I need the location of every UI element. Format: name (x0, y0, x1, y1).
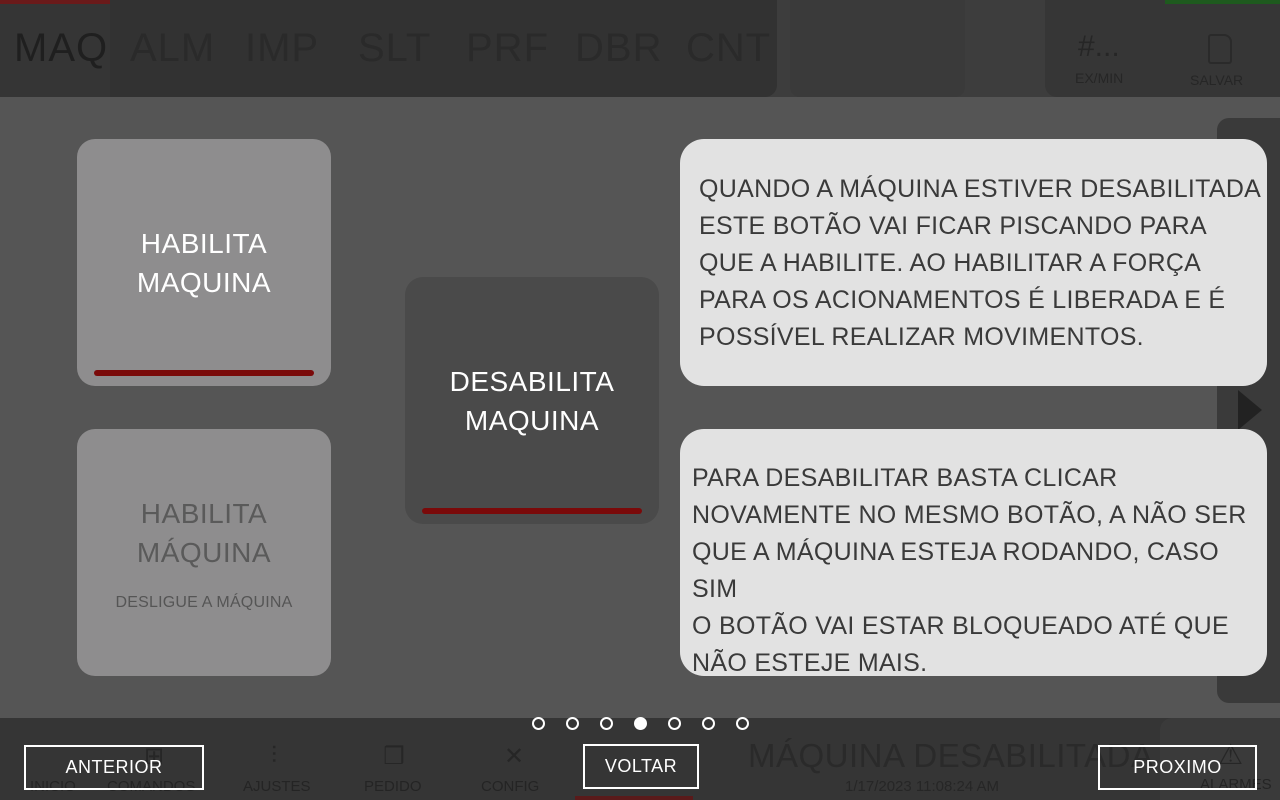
demo-disable-machine-button: DESABILITA MAQUINA (405, 277, 659, 524)
demo-disable-label: DESABILITA MAQUINA (449, 365, 615, 436)
tab-dbr[interactable]: DBR (575, 26, 662, 71)
top-right-indicator (1165, 0, 1280, 4)
page-dot[interactable] (702, 717, 715, 730)
page-dot[interactable] (566, 717, 579, 730)
sd-card-icon[interactable] (1208, 34, 1232, 64)
demo-blocked-sublabel: DESLIGUE A MÁQUINA (115, 593, 293, 611)
demo-blocked-enable-button: HABILITA MÁQUINA DESLIGUE A MÁQUINA (77, 429, 331, 676)
sliders-icon: ⫶ (271, 742, 277, 769)
page-dot[interactable] (668, 717, 681, 730)
next-button[interactable]: PROXIMO (1098, 745, 1257, 790)
save-label[interactable]: SALVAR (1190, 72, 1243, 88)
tab-cnt[interactable]: CNT (686, 26, 771, 71)
tab-maq[interactable]: MAQ (14, 26, 108, 71)
nav-ajustes[interactable]: AJUSTES (243, 778, 311, 795)
previous-button[interactable]: ANTERIOR (24, 745, 204, 790)
demo-enable-indicator-bar (94, 370, 314, 376)
tab-active-indicator (0, 0, 110, 4)
demo-disable-indicator-bar (422, 508, 642, 514)
strokes-per-minute-value: #... (1078, 30, 1120, 63)
tab-prf[interactable]: PRF (466, 26, 549, 71)
page-dot[interactable] (634, 717, 647, 730)
tutorial-bubble-enable: QUANDO A MÁQUINA ESTIVER DESABILITADA ES… (680, 139, 1267, 386)
nav-pedido[interactable]: PEDIDO (364, 778, 422, 795)
bottom-active-indicator (575, 796, 693, 800)
status-timestamp: 1/17/2023 11:08:24 AM (845, 778, 1000, 795)
tab-imp[interactable]: IMP (245, 26, 319, 71)
page-dot[interactable] (736, 717, 749, 730)
page-indicator (532, 717, 749, 730)
page-dot[interactable] (532, 717, 545, 730)
machine-status: MÁQUINA DESABILITADA (748, 737, 1154, 774)
strokes-per-minute-label: EX/MIN (1075, 70, 1124, 86)
demo-enable-label: HABILITA MAQUINA (136, 227, 272, 298)
nav-config[interactable]: CONFIG (481, 778, 539, 795)
page-dot[interactable] (600, 717, 613, 730)
demo-enable-machine-button: HABILITA MAQUINA (77, 139, 331, 386)
back-button[interactable]: VOLTAR (583, 744, 699, 789)
demo-blocked-label: HABILITA MÁQUINA (136, 497, 272, 568)
boxes-icon: ❒ (383, 743, 405, 770)
tab-alm[interactable]: ALM (130, 26, 215, 71)
top-center-panel (790, 0, 965, 97)
tab-slt[interactable]: SLT (358, 26, 431, 71)
chevron-right-icon[interactable] (1238, 390, 1262, 430)
tools-icon: ✕ (503, 743, 525, 770)
tutorial-bubble-disable: PARA DESABILITAR BASTA CLICAR NOVAMENTE … (680, 429, 1267, 677)
